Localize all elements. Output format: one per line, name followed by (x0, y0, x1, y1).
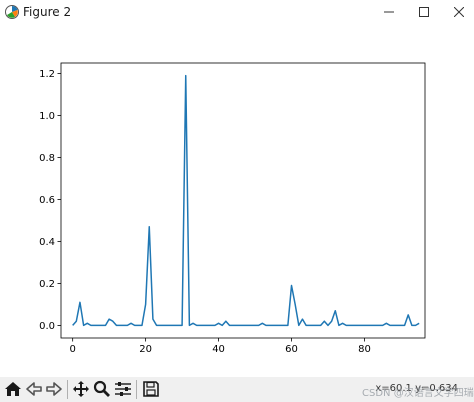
figure-canvas[interactable]: 0 20 40 60 80 0.0 0.2 0.4 0.6 0.8 1.0 1.2 (0, 24, 474, 376)
axes-frame (60, 62, 426, 339)
watermark-text: CSDN @汉语言文学四瑞 (362, 388, 474, 399)
matplotlib-icon (5, 5, 19, 19)
zoom-icon (93, 380, 110, 397)
series-line-0 (72, 74, 420, 327)
save-button[interactable] (140, 378, 162, 400)
back-arrow-icon (26, 382, 42, 396)
minimize-button[interactable] (369, 0, 409, 24)
y-tick-label: 0.8 (39, 153, 55, 164)
y-tick-label: 0.4 (39, 237, 55, 248)
pan-icon (73, 381, 89, 397)
pan-button[interactable] (70, 378, 92, 400)
y-tick-label: 1.0 (39, 111, 55, 122)
y-tick-label: 0.2 (39, 279, 55, 290)
toolbar-separator (136, 380, 137, 399)
save-icon (143, 381, 159, 397)
y-tick-label: 0.0 (39, 321, 55, 332)
forward-arrow-icon (46, 382, 62, 396)
maximize-icon (419, 7, 429, 17)
close-button[interactable] (439, 0, 474, 24)
line-chart: 0 20 40 60 80 0.0 0.2 0.4 0.6 0.8 1.0 1.2 (39, 62, 426, 355)
x-tick-label: 0 (69, 344, 75, 355)
y-tick-label: 1.2 (39, 69, 55, 80)
close-icon (454, 7, 464, 17)
y-tick-label: 0.6 (39, 195, 55, 206)
back-button[interactable] (23, 378, 45, 400)
x-tick-label: 20 (139, 344, 152, 355)
zoom-button[interactable] (91, 378, 113, 400)
home-button[interactable] (2, 378, 24, 400)
forward-button[interactable] (43, 378, 65, 400)
maximize-button[interactable] (404, 0, 444, 24)
x-tick-label: 80 (358, 344, 371, 355)
x-tick-label: 40 (212, 344, 225, 355)
toolbar-separator (67, 380, 68, 399)
title-bar: Figure 2 (0, 0, 474, 24)
configure-subplots-button[interactable] (112, 378, 134, 400)
x-tick-label: 60 (285, 344, 298, 355)
window-title: Figure 2 (23, 5, 72, 19)
home-icon (5, 382, 21, 396)
configure-subplots-icon (115, 382, 131, 396)
minimize-icon (384, 11, 394, 13)
